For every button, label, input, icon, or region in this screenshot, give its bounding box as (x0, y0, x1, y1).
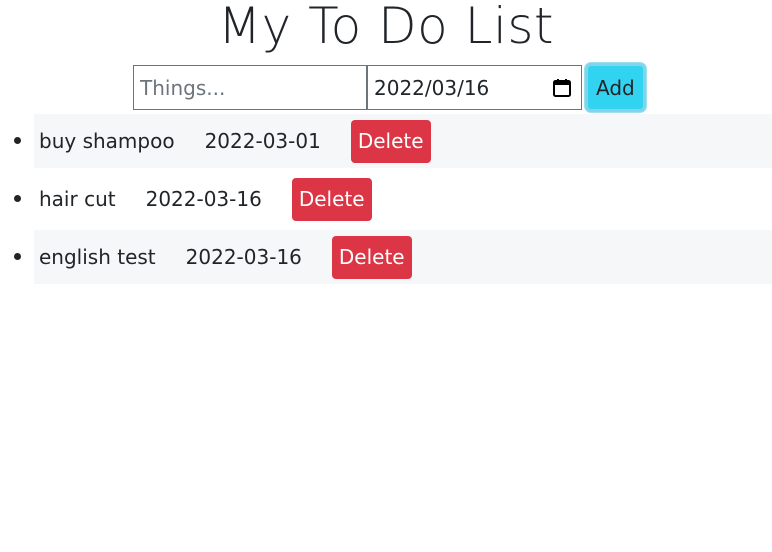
todo-app: My To Do List 2022/03/16 Add buy shampoo… (0, 0, 772, 552)
page-title: My To Do List (217, 0, 555, 55)
todo-item: english test 2022-03-16 Delete (14, 230, 772, 284)
calendar-icon[interactable] (551, 77, 573, 99)
todo-date: 2022-03-16 (145, 187, 262, 211)
todo-date: 2022-03-16 (185, 245, 302, 269)
todo-item: buy shampoo 2022-03-01 Delete (14, 114, 772, 168)
todo-text-input[interactable] (133, 65, 367, 110)
bullet-icon (14, 253, 21, 260)
bullet-icon (14, 137, 21, 144)
delete-button[interactable]: Delete (350, 119, 431, 163)
todo-item: hair cut 2022-03-16 Delete (14, 172, 772, 226)
todo-name: buy shampoo (39, 129, 175, 153)
add-todo-form: 2022/03/16 Add (133, 63, 646, 112)
todo-name: hair cut (39, 187, 116, 211)
date-value: 2022/03/16 (374, 75, 490, 100)
todo-list: buy shampoo 2022-03-01 Delete hair cut 2… (0, 114, 772, 288)
todo-date: 2022-03-01 (204, 129, 321, 153)
bullet-icon (14, 195, 21, 202)
todo-name: english test (39, 245, 156, 269)
add-button[interactable]: Add (585, 63, 646, 112)
delete-button[interactable]: Delete (291, 177, 372, 221)
todo-date-input[interactable]: 2022/03/16 (367, 65, 582, 110)
delete-button[interactable]: Delete (331, 235, 412, 279)
